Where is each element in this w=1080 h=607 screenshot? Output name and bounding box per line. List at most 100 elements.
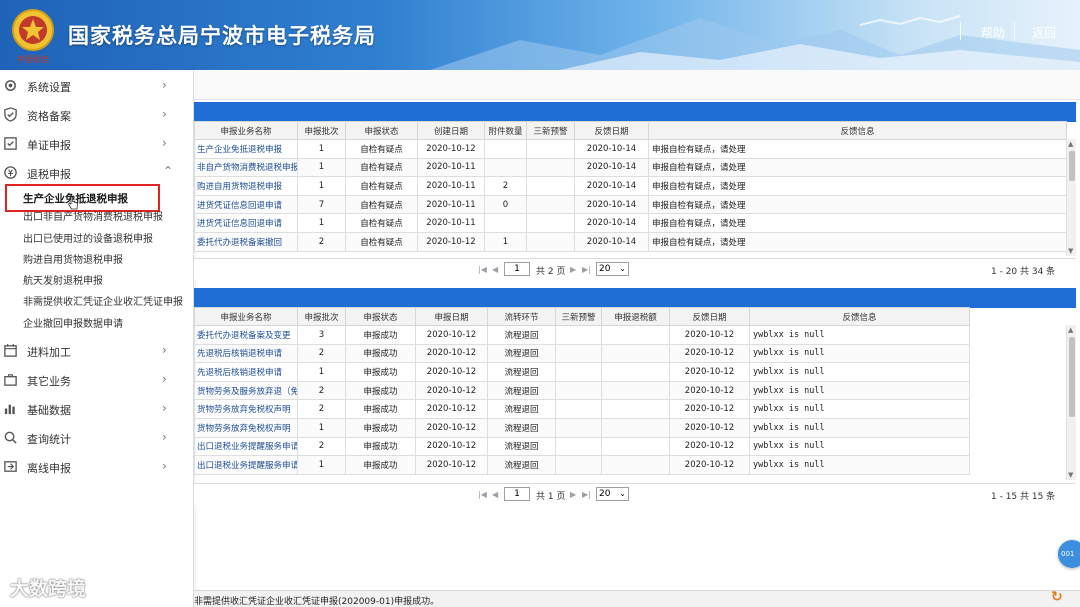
sidebar-item-qualification-filing[interactable]: 资格备案 ›	[0, 100, 194, 129]
column-header[interactable]: 流转环节	[487, 307, 556, 326]
next-page-icon[interactable]: ▶	[570, 265, 576, 274]
svg-text:中国税务: 中国税务	[17, 54, 49, 64]
table-row[interactable]: 购进自用货物退税申报 1 自检有疑点 2020-10-11 2 2020-10-…	[194, 176, 1067, 196]
cell-business-name[interactable]: 货物劳务及服务放弃退（免）税	[194, 380, 298, 401]
column-header[interactable]: 申报退税额	[601, 307, 670, 326]
column-header[interactable]: 附件数量	[484, 121, 527, 140]
table-row[interactable]: 先退税后核销退税申请 1 申报成功 2020-10-12 流程退回 2020-1…	[194, 362, 970, 382]
cell-business-name[interactable]: 货物劳务放弃免税权声明	[194, 417, 298, 438]
cell-business-name[interactable]: 进货凭证信息回退申请	[194, 194, 298, 215]
next-page-icon[interactable]: ▶	[570, 490, 576, 499]
sidebar-item-offline-filing[interactable]: 离线申报 ›	[0, 452, 194, 481]
table-row[interactable]: 进货凭证信息回退申请 7 自检有疑点 2020-10-11 0 2020-10-…	[194, 194, 1067, 215]
table-row[interactable]: 货物劳务放弃免税权声明 1 申报成功 2020-10-12 流程退回 2020-…	[194, 417, 970, 438]
sidebar-item-other-business[interactable]: 其它业务 ›	[0, 365, 194, 394]
table-row[interactable]: 进货凭证信息回退申请 1 自检有疑点 2020-10-11 2020-10-14…	[194, 213, 1067, 233]
column-header[interactable]: 反馈信息	[749, 307, 970, 326]
column-header[interactable]: 申报业务名称	[194, 307, 298, 326]
sidebar-item-basic-data[interactable]: 基础数据 ›	[0, 394, 194, 423]
table-row[interactable]: 出口退税业务提醒服务申请 2 申报成功 2020-10-12 流程退回 2020…	[194, 436, 970, 457]
cell-business-name[interactable]: 进货凭证信息回退申请	[194, 213, 298, 233]
cell-business-name[interactable]: 先退税后核销退税申请	[194, 343, 298, 364]
page-size-select[interactable]: 20 ⌄	[596, 487, 629, 501]
scroll-down-icon[interactable]: ▼	[1068, 247, 1073, 255]
sidebar-item-processing-trade[interactable]: 进料加工 ›	[0, 336, 194, 365]
table-row[interactable]: 先退税后核销退税申请 2 申报成功 2020-10-12 流程退回 2020-1…	[194, 343, 970, 364]
scroll-up-icon[interactable]: ▲	[1068, 140, 1073, 148]
cell-business-name[interactable]: 先退税后核销退税申请	[194, 362, 298, 382]
sidebar-item-document-filing[interactable]: 单证申报 ›	[0, 129, 194, 158]
scroll-thumb[interactable]	[1069, 337, 1075, 417]
column-header[interactable]: 申报批次	[297, 307, 346, 326]
sidebar-item-system-settings[interactable]: 系统设置 ›	[0, 71, 194, 100]
column-header[interactable]: 申报状态	[345, 307, 416, 326]
floating-help-button[interactable]: 001	[1058, 540, 1080, 568]
table-row[interactable]: 委托代办退税备案撤回 2 自检有疑点 2020-10-12 1 2020-10-…	[194, 231, 1067, 252]
table-row[interactable]: 货物劳务放弃免税权声明 2 申报成功 2020-10-12 流程退回 2020-…	[194, 399, 970, 419]
table-row[interactable]: 委托代办退税备案及变更 3 申报成功 2020-10-12 流程退回 2020-…	[194, 325, 970, 345]
cell-feedback: ywblxx is null	[749, 417, 970, 438]
page-size-select[interactable]: 20 ⌄	[596, 262, 629, 276]
refresh-icon[interactable]: ↻	[1051, 589, 1063, 605]
table-row[interactable]: 生产企业免抵退税申报 1 自检有疑点 2020-10-12 2020-10-14…	[194, 139, 1067, 159]
submenu-item[interactable]: 出口已使用过的设备退税申报	[23, 231, 153, 249]
first-page-icon[interactable]: |◀	[478, 265, 487, 274]
submenu-item[interactable]: 非需提供收汇凭证企业收汇凭证申报	[23, 294, 183, 312]
column-header[interactable]: 反馈日期	[669, 307, 750, 326]
page-number-input[interactable]: 1	[504, 487, 530, 501]
cell-business-name[interactable]: 出口退税业务提醒服务申请	[194, 455, 298, 475]
column-header[interactable]: 申报日期	[415, 307, 488, 326]
prev-page-icon[interactable]: ◀	[492, 265, 498, 274]
submitted-filings-table: 申报业务名称 申报批次 申报状态 申报日期 流转环节 三新预警 申报退税额 反馈…	[194, 307, 970, 475]
submenu-item-active[interactable]: 生产企业免抵退税申报	[5, 184, 160, 212]
vertical-scrollbar[interactable]: ▲ ▼	[1066, 325, 1076, 480]
cell-business-name[interactable]: 货物劳务放弃免税权声明	[194, 399, 298, 419]
cell-date: 2020-10-12	[415, 362, 488, 382]
column-header[interactable]: 创建日期	[417, 121, 485, 140]
table-header-row: 申报业务名称 申报批次 申报状态 创建日期 附件数量 三新预警 反馈日期 反馈信…	[194, 121, 1067, 140]
column-header[interactable]: 申报业务名称	[194, 121, 298, 140]
scroll-up-icon[interactable]: ▲	[1068, 326, 1073, 334]
column-header[interactable]: 三新预警	[526, 121, 575, 140]
cell-business-name[interactable]: 委托代办退税备案及变更	[194, 325, 298, 345]
cell-warning	[555, 325, 602, 345]
submenu-item[interactable]: 企业撤回申报数据申请	[23, 316, 123, 334]
column-header[interactable]: 反馈信息	[648, 121, 1067, 140]
table-row[interactable]: 非自产货物消费税退税申报 1 自检有疑点 2020-10-11 2020-10-…	[194, 157, 1067, 178]
cell-business-name[interactable]: 出口退税业务提醒服务申请	[194, 436, 298, 457]
cell-feedback: ywblxx is null	[749, 362, 970, 382]
first-page-icon[interactable]: |◀	[478, 490, 487, 499]
sidebar-item-query-statistics[interactable]: 查询统计 ›	[0, 423, 194, 452]
sidebar-item-refund-filing[interactable]: 退税申报 ⌃	[0, 158, 194, 187]
chevron-right-icon: ›	[162, 136, 167, 150]
vertical-scrollbar[interactable]: ▲ ▼	[1066, 139, 1076, 256]
cell-business-name[interactable]: 生产企业免抵退税申报	[194, 139, 298, 159]
cell-business-name[interactable]: 非自产货物消费税退税申报	[194, 157, 298, 178]
chevron-up-icon: ⌃	[163, 164, 174, 178]
column-header[interactable]: 反馈日期	[574, 121, 649, 140]
table-row[interactable]: 货物劳务及服务放弃退（免）税 2 申报成功 2020-10-12 流程退回 20…	[194, 380, 970, 401]
sidebar: 系统设置 › 资格备案 › 单证申报 › 退税申报 ⌃ 生产企业免抵退税申报 出…	[0, 70, 194, 607]
last-page-icon[interactable]: ▶|	[582, 265, 591, 274]
last-page-icon[interactable]: ▶|	[582, 490, 591, 499]
scroll-thumb[interactable]	[1069, 151, 1075, 181]
column-header[interactable]: 申报批次	[297, 121, 346, 140]
cell-date: 2020-10-12	[415, 417, 488, 438]
page-number-input[interactable]: 1	[504, 262, 530, 276]
scroll-down-icon[interactable]: ▼	[1068, 471, 1073, 479]
help-link[interactable]: 帮助	[981, 24, 1005, 41]
column-header[interactable]: 三新预警	[555, 307, 602, 326]
cell-flow-stage: 流程退回	[487, 325, 556, 345]
column-header[interactable]: 申报状态	[345, 121, 418, 140]
cell-business-name[interactable]: 委托代办退税备案撤回	[194, 231, 298, 252]
cell-batch: 1	[297, 139, 346, 159]
submenu-item[interactable]: 航天发射退税申报	[23, 273, 103, 291]
cell-batch: 1	[297, 176, 346, 196]
table-row[interactable]: 出口退税业务提醒服务申请 1 申报成功 2020-10-12 流程退回 2020…	[194, 455, 970, 475]
cell-status: 申报成功	[345, 455, 416, 475]
submenu-item[interactable]: 购进自用货物退税申报	[23, 252, 123, 270]
cell-business-name[interactable]: 购进自用货物退税申报	[194, 176, 298, 196]
submenu-item[interactable]: 出口非自产货物消费税退税申报	[23, 209, 163, 227]
back-link[interactable]: 返回	[1032, 24, 1056, 41]
prev-page-icon[interactable]: ◀	[492, 490, 498, 499]
